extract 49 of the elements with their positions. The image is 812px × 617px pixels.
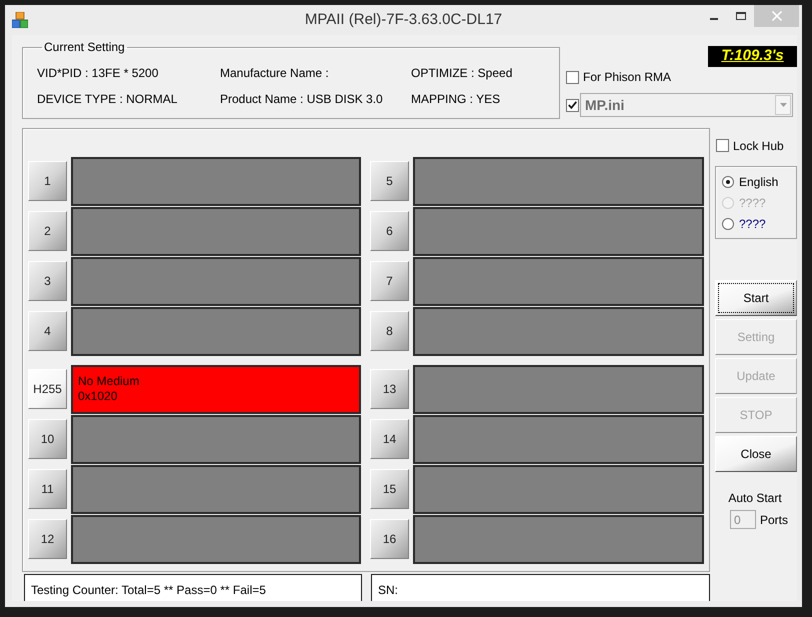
port-button[interactable]: H255 bbox=[28, 369, 67, 409]
port-button[interactable]: 1 bbox=[28, 161, 67, 201]
panel-title: Current Setting bbox=[43, 40, 126, 54]
setting-field: MAPPING : YES bbox=[411, 92, 500, 106]
action-button[interactable]: Start bbox=[715, 280, 797, 316]
setting-field: DEVICE TYPE : NORMAL bbox=[37, 92, 178, 106]
window-title: MPAII (Rel)-7F-3.63.0C-DL17 bbox=[304, 10, 502, 30]
checkbox-label: Lock Hub bbox=[733, 138, 784, 154]
port-button[interactable]: 13 bbox=[370, 369, 409, 409]
checkbox-label: For Phison RMA bbox=[583, 69, 672, 86]
minimize-icon bbox=[710, 18, 718, 20]
port-button[interactable]: 6 bbox=[370, 211, 409, 251]
port-button[interactable]: 4 bbox=[28, 311, 67, 351]
app-blocks-icon bbox=[12, 12, 28, 28]
setting-field: Manufacture Name : bbox=[220, 66, 329, 80]
timer-display: T:109.3's bbox=[708, 46, 797, 67]
port-button[interactable]: 10 bbox=[28, 419, 67, 459]
setting-field: VID*PID : 13FE * 5200 bbox=[37, 66, 158, 80]
port-button[interactable]: 5 bbox=[370, 161, 409, 201]
close-icon bbox=[772, 11, 782, 21]
port-button[interactable]: 16 bbox=[370, 519, 409, 559]
auto-start-label: Auto Start bbox=[728, 491, 782, 505]
caret-down-icon bbox=[780, 103, 786, 107]
maximize-icon bbox=[736, 12, 746, 20]
setting-field: Product Name : USB DISK 3.0 bbox=[220, 92, 383, 106]
radio-button[interactable] bbox=[722, 176, 734, 188]
port-button[interactable]: 15 bbox=[370, 469, 409, 509]
port-button[interactable]: 8 bbox=[370, 311, 409, 351]
serial-number-field: SN: bbox=[371, 574, 710, 601]
port-button[interactable]: 7 bbox=[370, 261, 409, 301]
radio-label: English bbox=[739, 174, 778, 191]
radio-dot-icon bbox=[726, 180, 730, 184]
check-icon bbox=[568, 101, 577, 109]
checkbox[interactable] bbox=[716, 139, 729, 152]
setting-field: OPTIMIZE : Speed bbox=[411, 66, 512, 80]
status-message: 0x1020 bbox=[78, 388, 118, 404]
status-message: No Medium bbox=[78, 374, 140, 388]
radio-label: ???? bbox=[739, 216, 766, 233]
port-button[interactable]: 14 bbox=[370, 419, 409, 459]
testing-counter-field: Testing Counter: Total=5 ** Pass=0 ** Fail=5 bbox=[24, 574, 362, 601]
port-button[interactable]: 11 bbox=[28, 469, 67, 509]
port-button[interactable]: 3 bbox=[28, 261, 67, 301]
port-button[interactable]: 12 bbox=[28, 519, 67, 559]
radio-label: ???? bbox=[739, 195, 766, 212]
checkbox[interactable] bbox=[566, 70, 579, 84]
port-button[interactable]: 2 bbox=[28, 211, 67, 251]
radio-button[interactable] bbox=[722, 218, 734, 230]
action-button[interactable]: Close bbox=[715, 436, 797, 472]
ports-label: Ports bbox=[760, 512, 788, 528]
